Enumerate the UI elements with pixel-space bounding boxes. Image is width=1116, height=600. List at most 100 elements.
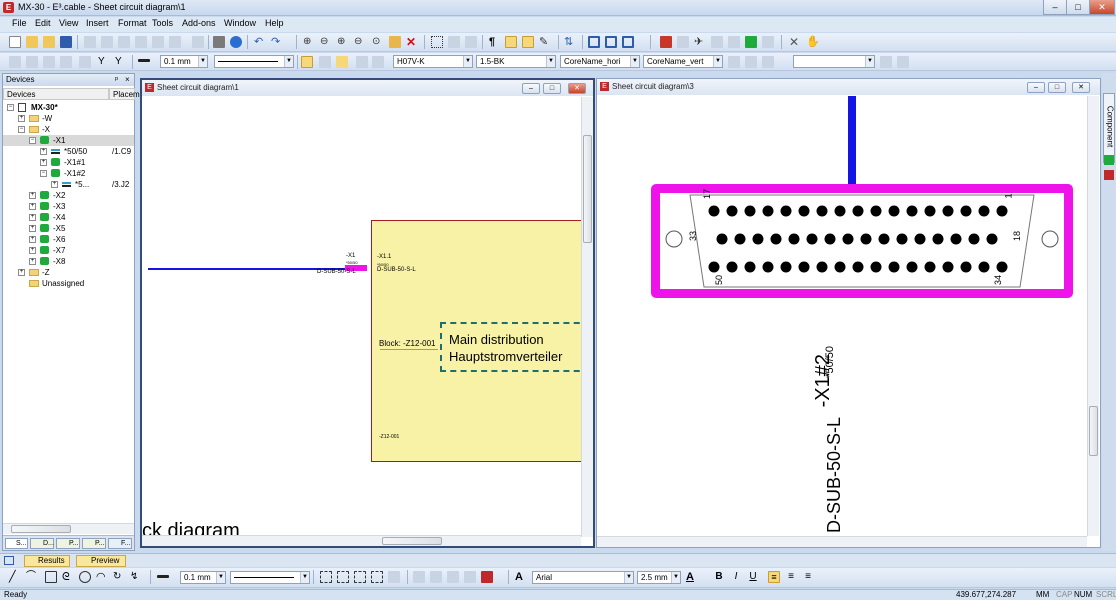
component-tab[interactable]: Component bbox=[1103, 93, 1115, 163]
rotate-tool-icon[interactable]: ↻ bbox=[113, 571, 125, 583]
tree-item-x1-2[interactable]: − -X1#2 bbox=[3, 168, 134, 179]
tree-item-x2[interactable]: + -X2 bbox=[3, 190, 134, 201]
tree-item-x3[interactable]: + -X3 bbox=[3, 201, 134, 212]
tree-item-x8[interactable]: + -X8 bbox=[3, 256, 134, 267]
red-tool-icon[interactable] bbox=[1104, 170, 1114, 180]
sheet3-restore-button[interactable]: □ bbox=[1048, 82, 1066, 93]
help-icon[interactable] bbox=[230, 36, 242, 48]
connector-pin[interactable] bbox=[978, 261, 990, 273]
tree-item-z[interactable]: + -Z bbox=[3, 267, 134, 278]
output-icon[interactable] bbox=[4, 556, 14, 565]
connector-pin[interactable] bbox=[852, 205, 864, 217]
expand-toggle-icon[interactable]: − bbox=[29, 137, 36, 144]
bottom-line-type-select[interactable]: ▼ bbox=[230, 571, 310, 584]
connector-pin[interactable] bbox=[734, 233, 746, 245]
tab-parts-2[interactable]: P... bbox=[82, 538, 106, 549]
connector-pin[interactable] bbox=[798, 205, 810, 217]
connector-pin[interactable] bbox=[744, 261, 756, 273]
connector-pin[interactable] bbox=[806, 233, 818, 245]
tab-devices[interactable]: D... bbox=[30, 538, 54, 549]
expand-toggle-icon[interactable]: + bbox=[18, 115, 25, 122]
connector-pin[interactable] bbox=[824, 233, 836, 245]
expand-toggle-icon[interactable]: + bbox=[40, 159, 47, 166]
insert-plug-icon[interactable] bbox=[745, 36, 757, 48]
delete-icon[interactable] bbox=[169, 36, 181, 48]
expand-toggle-icon[interactable]: + bbox=[29, 236, 36, 243]
menu-window[interactable]: Window bbox=[224, 18, 256, 28]
cut-icon[interactable] bbox=[84, 36, 96, 48]
menu-format[interactable]: Format bbox=[118, 18, 147, 28]
align-right-icon[interactable]: ≡ bbox=[802, 571, 814, 583]
sheet3-close-button[interactable]: ✕ bbox=[1072, 82, 1090, 93]
connector-pin[interactable] bbox=[870, 205, 882, 217]
group-icon[interactable] bbox=[320, 571, 332, 583]
core-name-hori-select[interactable]: CoreName_hori ▼ bbox=[560, 55, 640, 68]
menu-addons[interactable]: Add-ons bbox=[182, 18, 216, 28]
connector-pin[interactable] bbox=[996, 205, 1008, 217]
column-header-devices[interactable]: Devices bbox=[3, 88, 109, 100]
menu-help[interactable]: Help bbox=[265, 18, 284, 28]
zoom-previous-icon[interactable]: ⊙ bbox=[372, 36, 384, 48]
rectangle-tool-icon[interactable] bbox=[45, 571, 57, 583]
line-tool-icon[interactable]: ╱ bbox=[9, 571, 21, 583]
insert-device-icon[interactable] bbox=[660, 36, 672, 48]
tree-item-mx-30[interactable]: − MX-30* bbox=[3, 102, 134, 113]
close-button[interactable]: ✕ bbox=[1089, 0, 1115, 15]
line-style-icon[interactable] bbox=[138, 59, 150, 62]
insert-symbol-icon[interactable] bbox=[677, 36, 689, 48]
connector-pin[interactable] bbox=[798, 261, 810, 273]
connector-pin[interactable] bbox=[716, 233, 728, 245]
grid-icon[interactable] bbox=[431, 36, 443, 48]
settings-icon[interactable] bbox=[897, 56, 909, 68]
open-folder-icon[interactable] bbox=[26, 36, 38, 48]
tile-horizontal-icon[interactable] bbox=[605, 36, 617, 48]
column-header-placement[interactable]: Placem bbox=[109, 88, 140, 100]
expand-toggle-icon[interactable]: + bbox=[40, 148, 47, 155]
scissors-icon[interactable] bbox=[745, 56, 757, 68]
menu-edit[interactable]: Edit bbox=[35, 18, 51, 28]
align-center-icon[interactable]: ≡ bbox=[785, 571, 797, 583]
menu-view[interactable]: View bbox=[59, 18, 78, 28]
connector-pin[interactable] bbox=[870, 261, 882, 273]
block-z12[interactable]: -X1.1 *50/50 D-SUB-50-S-L Block: -Z12-00… bbox=[371, 220, 581, 462]
wire-vertical[interactable] bbox=[848, 96, 856, 189]
preview-tab[interactable]: Preview bbox=[76, 555, 126, 567]
pin-style-icon[interactable] bbox=[43, 56, 55, 68]
duplicate-icon[interactable] bbox=[447, 571, 459, 583]
line-type-select[interactable]: ▼ bbox=[214, 55, 294, 68]
connector-pin[interactable] bbox=[960, 261, 972, 273]
cross-icon[interactable]: ✕ bbox=[789, 36, 801, 48]
expand-toggle-icon[interactable]: + bbox=[29, 247, 36, 254]
snap-icon[interactable] bbox=[448, 36, 460, 48]
connector-pin[interactable] bbox=[726, 205, 738, 217]
connector-pin[interactable] bbox=[914, 233, 926, 245]
maximize-button[interactable]: □ bbox=[1066, 0, 1090, 15]
connector-pin[interactable] bbox=[744, 205, 756, 217]
paste-special-icon[interactable] bbox=[135, 36, 147, 48]
clipboard-icon[interactable] bbox=[152, 36, 164, 48]
expand-toggle-icon[interactable]: + bbox=[18, 269, 25, 276]
grid-style-icon[interactable] bbox=[60, 56, 72, 68]
connector-pin[interactable] bbox=[906, 205, 918, 217]
sheet3-titlebar[interactable]: E Sheet circuit diagram\3 bbox=[597, 79, 1100, 95]
connector-pin[interactable] bbox=[978, 205, 990, 217]
wire-type-select[interactable]: H07V-K ▼ bbox=[393, 55, 473, 68]
connector-pin[interactable] bbox=[878, 233, 890, 245]
connector-pin[interactable] bbox=[942, 205, 954, 217]
results-tab[interactable]: Results bbox=[24, 555, 70, 567]
tree-item-x5[interactable]: + -X5 bbox=[3, 223, 134, 234]
connector-pin[interactable] bbox=[968, 233, 980, 245]
insert-wire-icon[interactable]: ✈ bbox=[694, 36, 706, 48]
highlight-icon[interactable] bbox=[389, 36, 401, 48]
sheet1-canvas[interactable]: -X1 *50/50 D-SUB-50-S-L -X1.1 *50/50 D-S… bbox=[142, 97, 581, 537]
connector-pin[interactable] bbox=[996, 261, 1008, 273]
sheet1-restore-button[interactable]: □ bbox=[543, 83, 561, 94]
cable-mode-icon[interactable] bbox=[336, 56, 348, 68]
tree-item-x1[interactable]: − -X1 bbox=[3, 135, 134, 146]
font-size-select[interactable]: 2.5 mm ▼ bbox=[637, 571, 681, 584]
expand-toggle-icon[interactable]: − bbox=[7, 104, 14, 111]
connector-pin[interactable] bbox=[788, 233, 800, 245]
sheet1-horizontal-scrollbar[interactable] bbox=[142, 535, 581, 546]
connector-pin[interactable] bbox=[816, 261, 828, 273]
copy-shape-icon[interactable] bbox=[464, 571, 476, 583]
